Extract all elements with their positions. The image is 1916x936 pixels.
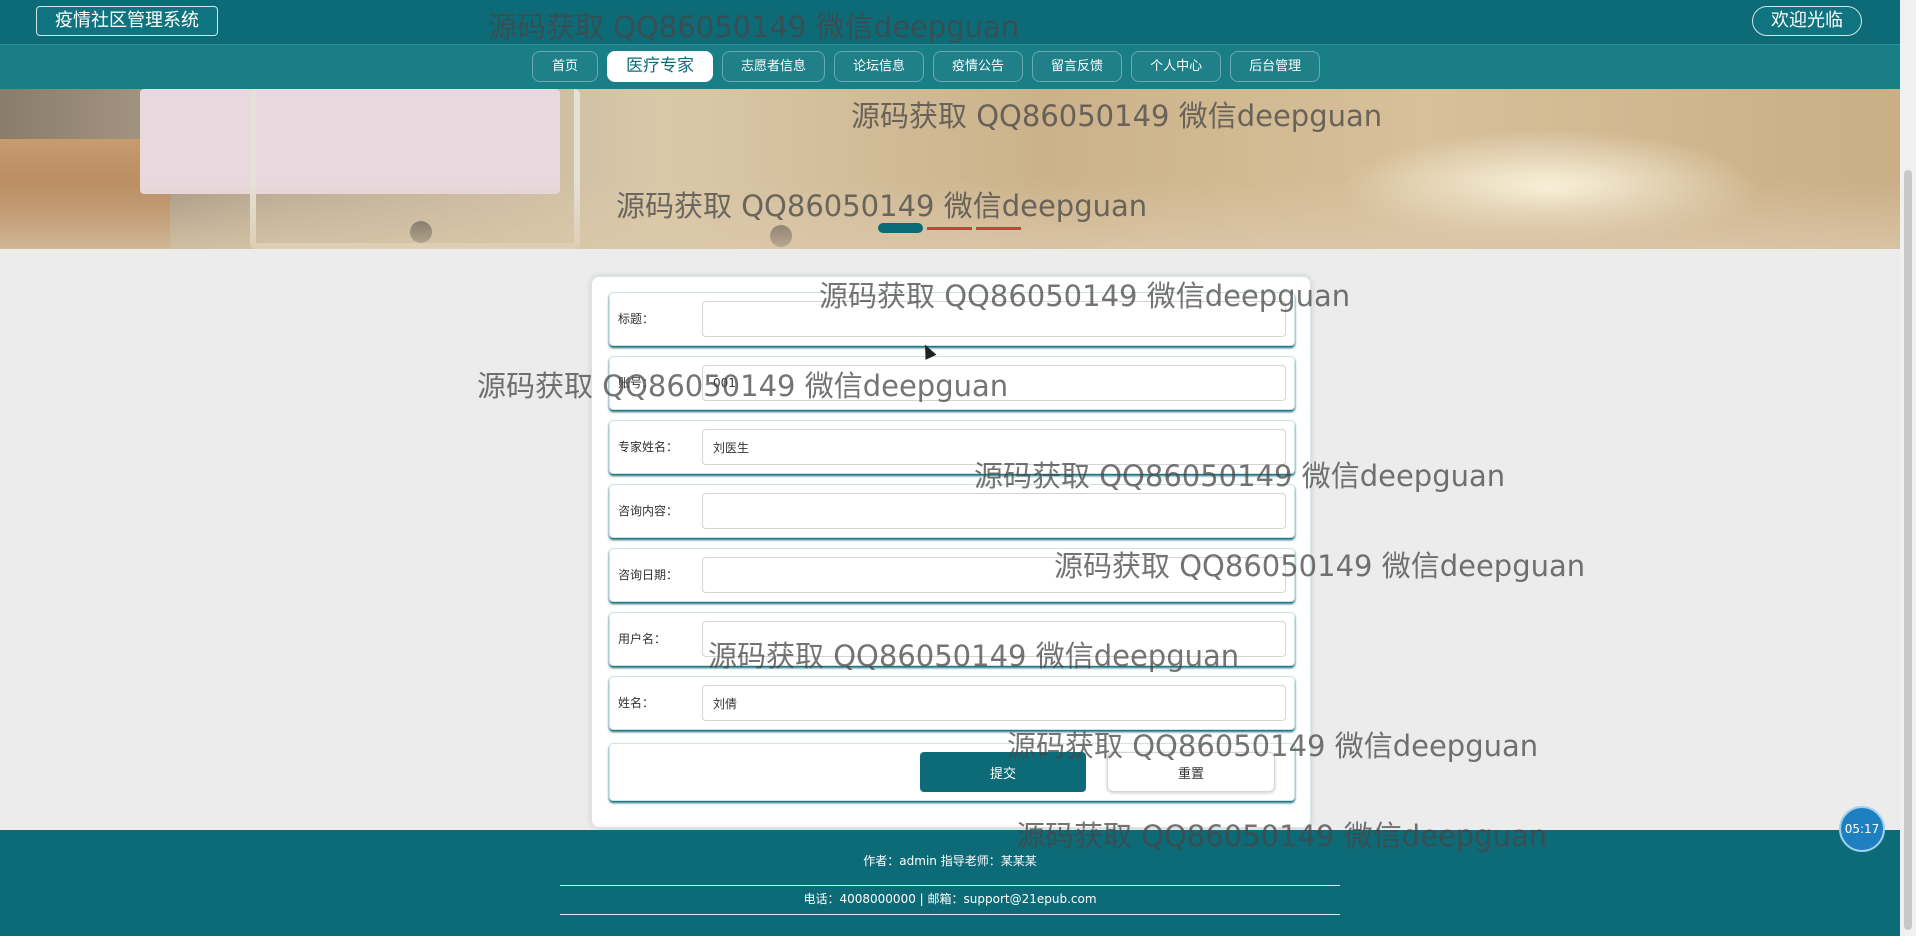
nav-item-medical-experts[interactable]: 医疗专家 [607,51,713,82]
account-label: 账号： [618,376,655,390]
consult-content-input[interactable] [702,493,1286,529]
nav-item-forum[interactable]: 论坛信息 [834,51,925,82]
footer: 作者：admin 指导老师：某某某 电话：4008000000 | 邮箱：sup… [0,830,1900,936]
nav-item-announcements[interactable]: 疫情公告 [933,51,1024,82]
form-row-expert-name: 专家姓名： [609,420,1295,474]
username-input[interactable] [702,621,1286,657]
name-input[interactable] [702,685,1286,721]
carousel-dot[interactable] [927,227,972,230]
carousel-dot[interactable] [878,223,923,233]
expert-name-label: 专家姓名： [618,440,679,454]
consultation-form: 标题： 账号： 专家姓名： 咨询内容： 咨询日期： 用户名： 姓名： 提交 重置 [591,276,1311,828]
account-input[interactable] [702,365,1286,401]
recording-timer: 05:17 [1839,806,1885,852]
banner-carousel [0,89,1900,249]
nav-item-home[interactable]: 首页 [532,51,598,82]
form-row-username: 用户名： [609,612,1295,666]
form-actions: 提交 重置 [609,743,1295,801]
expert-name-input[interactable] [702,429,1286,465]
nav-item-admin[interactable]: 后台管理 [1230,51,1321,82]
page-scrollbar[interactable] [1900,0,1916,936]
name-label: 姓名： [618,696,655,710]
welcome-badge: 欢迎光临 [1752,6,1862,36]
title-label: 标题： [618,312,655,326]
title-input[interactable] [702,301,1286,337]
nav-item-personal-center[interactable]: 个人中心 [1131,51,1222,82]
username-label: 用户名： [618,632,667,646]
footer-divider [560,914,1340,915]
form-row-consult-date: 咨询日期： [609,548,1295,602]
form-row-name: 姓名： [609,676,1295,730]
carousel-indicators [878,223,1021,233]
top-header: 疫情社区管理系统 欢迎光临 [0,0,1900,44]
system-title[interactable]: 疫情社区管理系统 [36,6,218,36]
reset-button[interactable]: 重置 [1107,752,1275,792]
form-row-title: 标题： [609,292,1295,346]
carousel-dot[interactable] [976,227,1021,230]
consult-content-label: 咨询内容： [618,504,679,518]
consult-date-label: 咨询日期： [618,568,679,582]
submit-button[interactable]: 提交 [920,752,1086,792]
scrollbar-thumb[interactable] [1904,170,1912,930]
main-nav: 首页 医疗专家 志愿者信息 论坛信息 疫情公告 留言反馈 个人中心 后台管理 [0,44,1900,89]
footer-author: 作者：admin 指导老师：某某某 [863,854,1037,868]
nav-item-volunteers[interactable]: 志愿者信息 [722,51,826,82]
form-row-account: 账号： [609,356,1295,410]
banner-image-floor [0,179,1900,249]
consult-date-input[interactable] [702,557,1286,593]
footer-divider [560,885,1340,886]
nav-item-feedback[interactable]: 留言反馈 [1032,51,1123,82]
footer-contact: 电话：4008000000 | 邮箱：support@21epub.com [803,892,1097,906]
nav-list: 首页 医疗专家 志愿者信息 论坛信息 疫情公告 留言反馈 个人中心 后台管理 [532,51,1321,82]
form-row-consult-content: 咨询内容： [609,484,1295,538]
